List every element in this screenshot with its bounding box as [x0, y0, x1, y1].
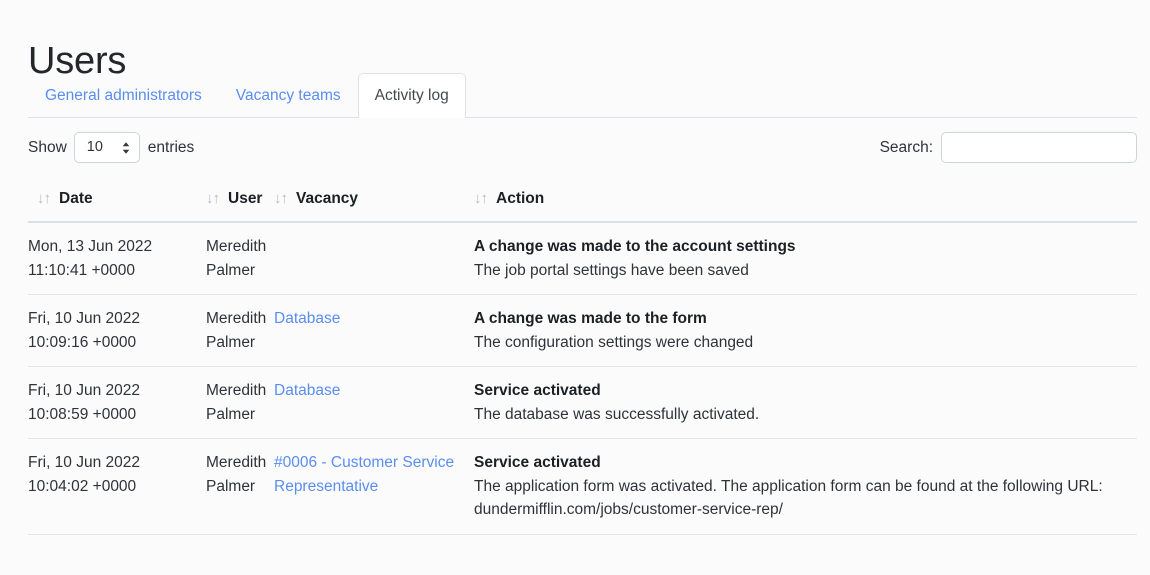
action-description: The database was successfully activated. [474, 405, 760, 423]
table-body: Mon, 13 Jun 2022 11:10:41 +0000 Meredith… [28, 222, 1137, 535]
column-header-date[interactable]: ↓↑ Date [28, 190, 206, 223]
cell-user: Meredith Palmer [206, 294, 274, 367]
column-header-action[interactable]: ↓↑ Action [474, 190, 1137, 223]
entries-select-wrapper: 10 25 50 100 [73, 132, 140, 163]
vacancy-link-line1: #0006 - Customer [274, 454, 399, 471]
vacancy-link[interactable]: #0006 - Customer Service Representative [274, 454, 454, 495]
table-row: Fri, 10 Jun 2022 10:08:59 +0000 Meredith… [28, 366, 1137, 439]
column-header-vacancy-label: Vacancy [296, 190, 359, 207]
sort-icon: ↓↑ [474, 190, 488, 207]
user-last-name: Palmer [206, 333, 256, 351]
cell-action: Service activated The application form w… [474, 438, 1137, 535]
tab-general-administrators[interactable]: General administrators [28, 73, 219, 118]
users-activity-log-page: Users General administrators Vacancy tea… [0, 0, 1150, 575]
show-label: Show [28, 138, 67, 156]
cell-date: Fri, 10 Jun 2022 10:09:16 +0000 [28, 294, 206, 367]
cell-date: Fri, 10 Jun 2022 10:08:59 +0000 [28, 366, 206, 439]
activity-log-table: ↓↑ Date ↓↑ User ↓↑ Vacancy ↓↑ Action Mon… [28, 190, 1137, 535]
action-description: The job portal settings have been saved [474, 261, 749, 279]
column-header-action-label: Action [496, 190, 545, 207]
entries-length-control: Show 10 25 50 100 entries [28, 132, 194, 163]
table-row: Mon, 13 Jun 2022 11:10:41 +0000 Meredith… [28, 222, 1137, 295]
cell-action: Service activated The database was succe… [474, 366, 1137, 439]
tab-activity-log[interactable]: Activity log [357, 73, 466, 118]
action-description: The application form was activated. The … [474, 477, 1103, 519]
time-line: 10:04:02 +0000 [28, 477, 137, 495]
table-controls: Show 10 25 50 100 entries Search: [28, 132, 1137, 178]
table-head: ↓↑ Date ↓↑ User ↓↑ Vacancy ↓↑ Action [28, 190, 1137, 223]
user-last-name: Palmer [206, 261, 256, 279]
cell-user: Meredith Palmer [206, 222, 274, 295]
cell-action: A change was made to the account setting… [474, 222, 1137, 295]
user-first-name: Meredith [206, 382, 267, 399]
search-control: Search: [880, 132, 1137, 163]
cell-action: A change was made to the form The config… [474, 294, 1137, 367]
time-line: 10:08:59 +0000 [28, 405, 137, 423]
table-row: Fri, 10 Jun 2022 10:09:16 +0000 Meredith… [28, 294, 1137, 367]
cell-user: Meredith Palmer [206, 438, 274, 535]
cell-vacancy: Database [274, 294, 474, 367]
date-line: Fri, 10 Jun 2022 [28, 310, 141, 327]
entries-label: entries [147, 138, 195, 156]
action-title: Service activated [474, 454, 601, 471]
column-header-user[interactable]: ↓↑ User [206, 190, 274, 223]
column-header-date-label: Date [59, 190, 93, 207]
user-first-name: Meredith [206, 238, 267, 255]
search-label: Search: [879, 138, 933, 156]
action-title: Service activated [474, 382, 601, 399]
cell-date: Mon, 13 Jun 2022 11:10:41 +0000 [28, 222, 206, 295]
sort-icon: ↓↑ [206, 190, 220, 207]
user-last-name: Palmer [206, 405, 256, 423]
entries-per-page-select[interactable]: 10 25 50 100 [73, 132, 140, 163]
date-line: Mon, 13 Jun 2022 [28, 238, 153, 255]
user-last-name: Palmer [206, 477, 256, 495]
activity-log-table-wrapper: ↓↑ Date ↓↑ User ↓↑ Vacancy ↓↑ Action Mon… [28, 190, 1137, 535]
action-title: A change was made to the form [474, 310, 707, 327]
user-first-name: Meredith [206, 310, 267, 327]
vacancy-link[interactable]: Database [274, 310, 340, 327]
action-description: The configuration settings were changed [474, 333, 754, 351]
sort-icon: ↓↑ [274, 190, 288, 207]
cell-user: Meredith Palmer [206, 366, 274, 439]
date-line: Fri, 10 Jun 2022 [28, 454, 141, 471]
table-header-row: ↓↑ Date ↓↑ User ↓↑ Vacancy ↓↑ Action [28, 190, 1137, 223]
time-line: 11:10:41 +0000 [28, 261, 136, 279]
cell-vacancy: Database [274, 366, 474, 439]
date-line: Fri, 10 Jun 2022 [28, 382, 141, 399]
sort-icon: ↓↑ [37, 190, 51, 207]
tab-vacancy-teams[interactable]: Vacancy teams [219, 73, 358, 118]
time-line: 10:09:16 +0000 [28, 333, 137, 351]
cell-vacancy [274, 222, 474, 295]
vacancy-link[interactable]: Database [274, 382, 340, 399]
action-title: A change was made to the account setting… [474, 238, 796, 255]
cell-date: Fri, 10 Jun 2022 10:04:02 +0000 [28, 438, 206, 535]
user-first-name: Meredith [206, 454, 267, 471]
tab-bar: General administrators Vacancy teams Act… [28, 71, 1137, 118]
column-header-vacancy[interactable]: ↓↑ Vacancy [274, 190, 474, 223]
cell-vacancy: #0006 - Customer Service Representative [274, 438, 474, 535]
search-input[interactable] [941, 132, 1137, 163]
column-header-user-label: User [228, 190, 263, 207]
table-row: Fri, 10 Jun 2022 10:04:02 +0000 Meredith… [28, 438, 1137, 535]
